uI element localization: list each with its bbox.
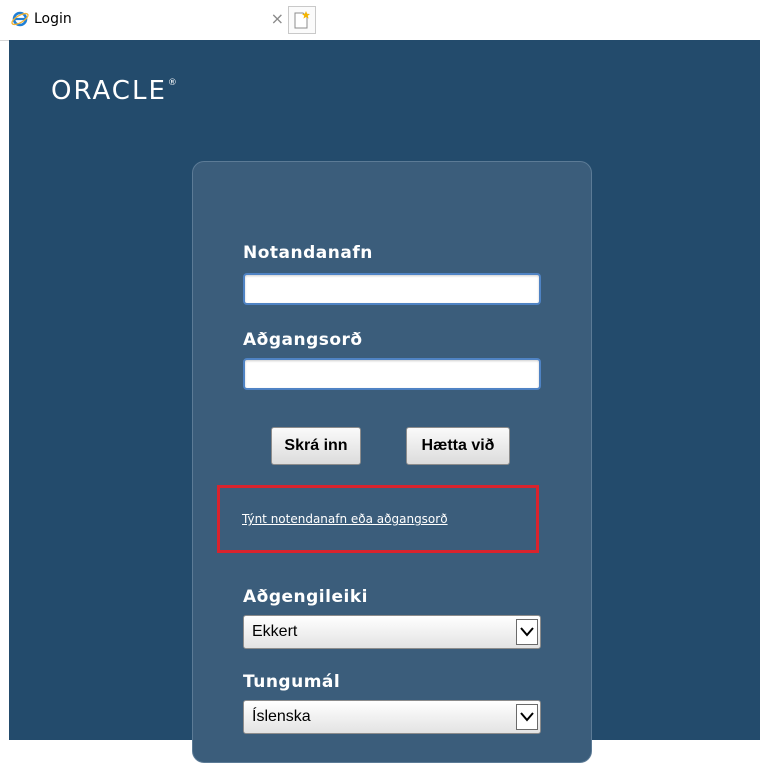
login-panel: Notandanafn Aðgangsorð Skrá inn Hætta vi… [192,161,592,763]
accessibility-select[interactable]: Ekkert [243,615,541,649]
language-value: Íslenska [252,708,311,725]
accessibility-label: Aðgengileiki [243,587,368,607]
tab-title: Login [34,11,72,27]
internet-explorer-icon [11,10,29,28]
language-label: Tungumál [243,672,341,692]
registered-mark: ® [167,78,177,88]
username-input[interactable] [243,273,541,305]
logo-text: ORACLE [51,76,167,106]
forgot-credentials-link[interactable]: Týnt notendanafn eða aðgangsorð [242,512,448,526]
password-label: Aðgangsorð [243,330,363,350]
login-button[interactable]: Skrá inn [271,427,361,465]
chevron-down-icon[interactable] [516,619,538,645]
cancel-button[interactable]: Hætta við [406,427,510,465]
oracle-logo: ORACLE® [51,76,177,106]
chevron-down-icon[interactable] [516,704,538,730]
accessibility-value: Ekkert [252,623,298,640]
login-page: ORACLE® Notandanafn Aðgangsorð Skrá inn … [9,40,760,763]
new-tab-icon [294,11,310,29]
browser-tab-bar: Login × [0,0,760,41]
new-tab-button[interactable] [288,6,316,34]
password-input[interactable] [243,358,541,390]
close-tab-icon[interactable]: × [271,9,284,28]
language-select[interactable]: Íslenska [243,700,541,734]
browser-tab-login[interactable]: Login × [8,6,284,36]
username-label: Notandanafn [243,243,373,263]
